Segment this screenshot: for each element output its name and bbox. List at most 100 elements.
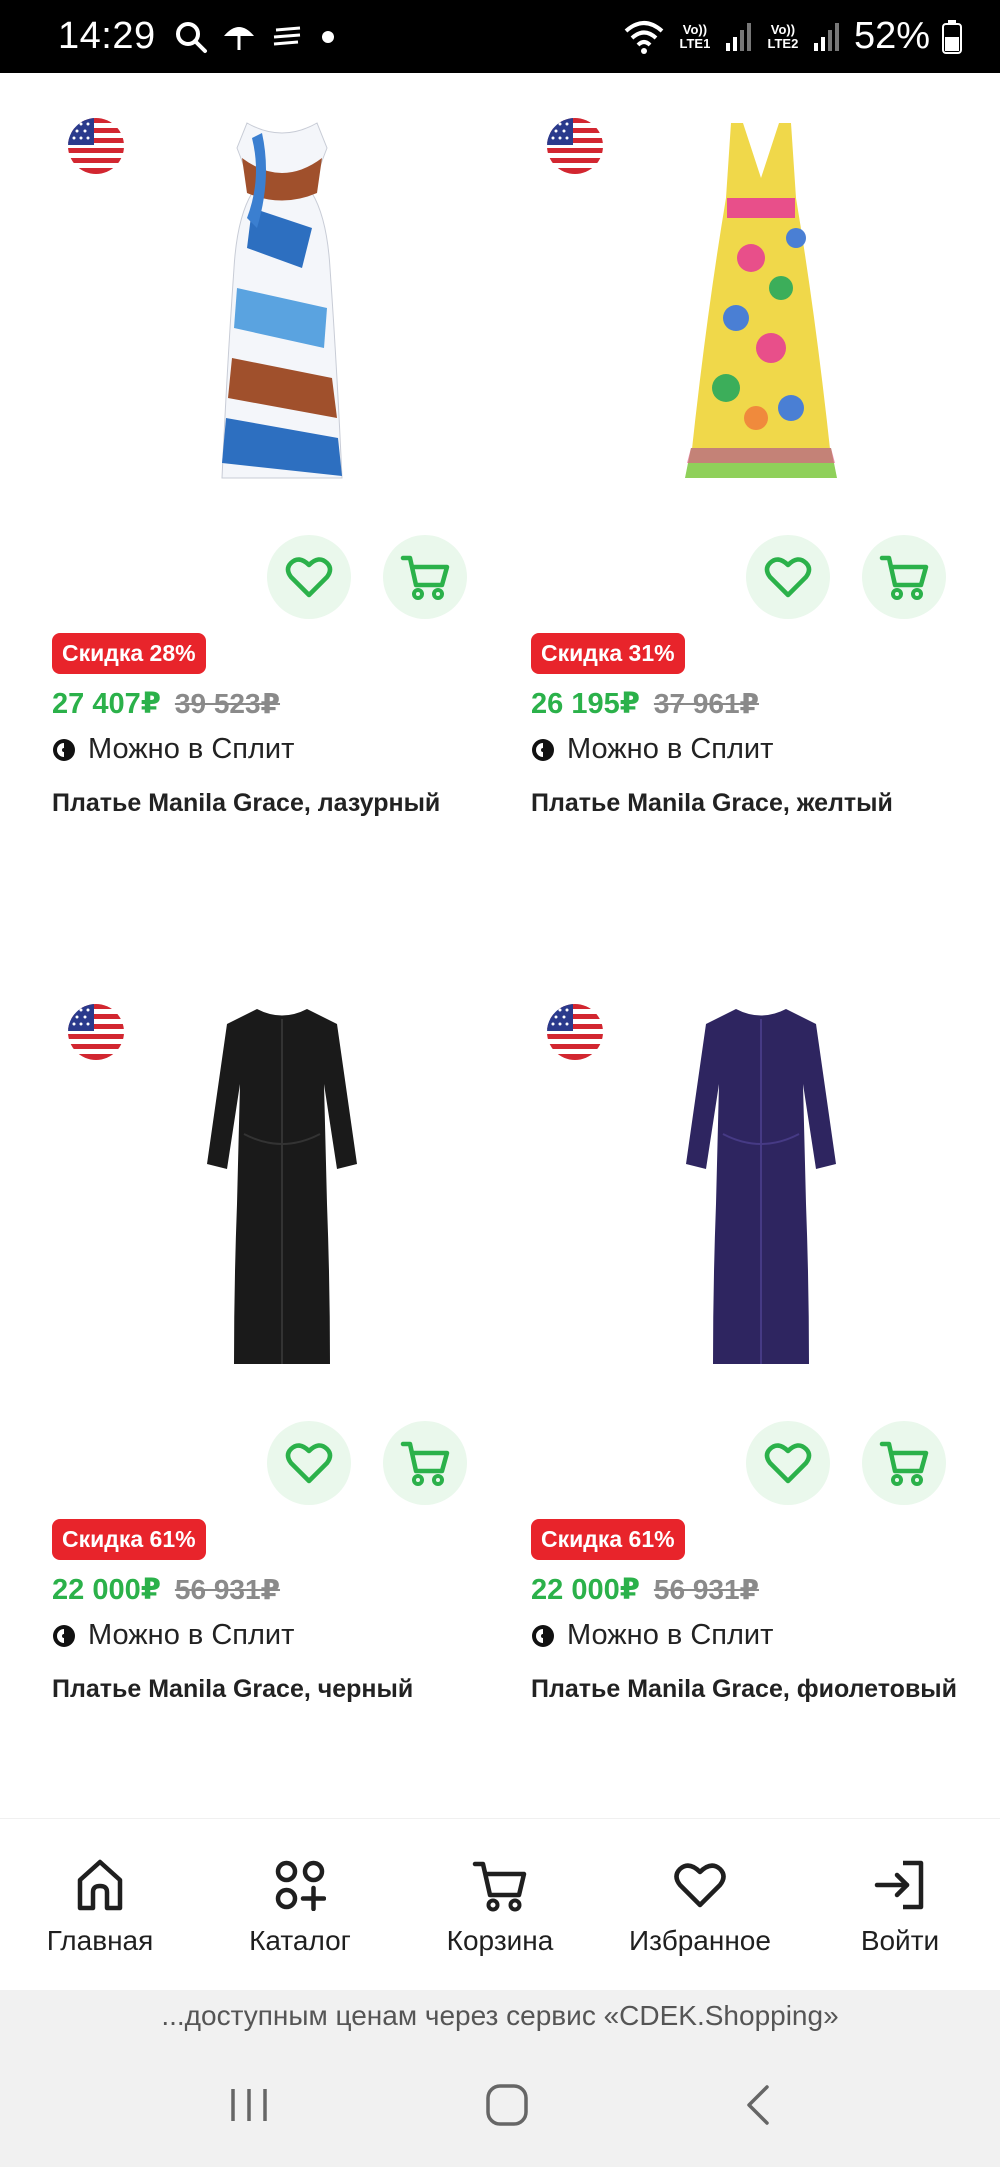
old-price: 56 931₽	[653, 1574, 760, 1605]
system-navigation-bar	[0, 2042, 1000, 2167]
nav-label-favorites: Избранное	[629, 1925, 771, 1956]
split-payment: Можно в Сплит	[52, 1619, 294, 1652]
card-actions	[746, 1421, 946, 1505]
nav-item-favorites[interactable]: Избранное	[600, 1819, 800, 1990]
nav-item-login[interactable]: Войти	[800, 1819, 1000, 1990]
split-icon	[532, 738, 554, 761]
heart-icon	[764, 1443, 812, 1484]
price-row: 22 000₽ 56 931₽	[531, 1572, 759, 1607]
lte2-label: Vo)) LTE2	[767, 21, 799, 51]
current-price: 22 000₽	[52, 1574, 161, 1606]
nav-item-home[interactable]: Главная	[0, 1819, 200, 1990]
promo-banner[interactable]: ...доступным ценам через сервис «CDEK.Sh…	[0, 1990, 1000, 2042]
current-price: 27 407₽	[52, 688, 161, 720]
card-actions	[746, 535, 946, 619]
cart-icon	[400, 1441, 450, 1486]
status-time: 14:29	[58, 15, 156, 57]
usa-flag-icon	[68, 118, 124, 174]
bottom-navigation: Главная Каталог Корзина Избранное Войти	[0, 1818, 1000, 1990]
dot-icon	[321, 30, 334, 43]
card-actions	[267, 1421, 467, 1505]
catalog-icon	[275, 1860, 326, 1911]
heart-icon	[285, 1443, 333, 1484]
product-title[interactable]: Платье Manila Grace, желтый	[531, 785, 971, 822]
old-price: 39 523₽	[174, 688, 281, 719]
add-to-cart-button[interactable]	[383, 1421, 467, 1505]
status-system-icons: Vo)) LTE1 Vo)) LTE2 52%	[622, 15, 962, 58]
product-image[interactable]	[531, 959, 971, 1379]
battery-percent: 52%	[853, 15, 930, 57]
split-payment: Можно в Сплит	[531, 1619, 773, 1652]
product-title[interactable]: Платье Manila Grace, черный	[52, 1671, 492, 1708]
login-icon	[874, 1860, 924, 1910]
add-to-cart-button[interactable]	[862, 1421, 946, 1505]
umbrella-icon	[223, 26, 254, 50]
discount-badge: Скидка 61%	[52, 1519, 206, 1560]
nav-label-catalog: Каталог	[249, 1925, 351, 1956]
nav-label-login: Войти	[860, 1925, 940, 1956]
discount-badge: Скидка 28%	[52, 633, 206, 674]
home-button-icon[interactable]	[485, 2083, 529, 2127]
split-label: Можно в Сплит	[88, 1619, 295, 1651]
discount-badge: Скидка 61%	[531, 1519, 685, 1560]
cart-icon	[400, 555, 450, 600]
current-price: 26 195₽	[531, 688, 640, 720]
cart-icon	[472, 1861, 527, 1912]
split-icon	[532, 1624, 554, 1647]
nav-label-home: Главная	[46, 1925, 154, 1956]
favorite-button[interactable]	[746, 1421, 830, 1505]
nav-label-cart: Корзина	[446, 1925, 554, 1956]
heart-icon	[285, 557, 333, 598]
add-to-cart-button[interactable]	[862, 535, 946, 619]
dress-image	[686, 1009, 836, 1364]
nav-item-cart[interactable]: Корзина	[400, 1819, 600, 1990]
nav-item-catalog[interactable]: Каталог	[200, 1819, 400, 1990]
recent-apps-icon[interactable]	[227, 2085, 271, 2125]
favorite-button[interactable]	[746, 535, 830, 619]
split-label: Можно в Сплит	[567, 733, 774, 765]
favorite-button[interactable]	[267, 1421, 351, 1505]
split-label: Можно в Сплит	[88, 733, 295, 765]
signal-icon	[813, 22, 839, 51]
status-bar: 14:29 Vo)) LTE1 Vo)) LTE2 52%	[0, 0, 1000, 73]
home-icon	[77, 1859, 123, 1911]
usa-flag-icon	[68, 1004, 124, 1060]
dress-image	[221, 122, 343, 479]
current-price: 22 000₽	[531, 1574, 640, 1606]
split-icon	[53, 738, 75, 761]
split-icon	[53, 1624, 75, 1647]
usa-flag-icon	[547, 1004, 603, 1060]
status-notification-icons	[174, 20, 338, 54]
usa-flag-icon	[547, 118, 603, 174]
dress-image	[207, 1009, 357, 1364]
cart-icon	[879, 1441, 929, 1486]
split-payment: Можно в Сплит	[52, 733, 294, 766]
cart-icon	[879, 555, 929, 600]
favorite-button[interactable]	[267, 535, 351, 619]
wifi-icon	[624, 20, 664, 54]
card-actions	[267, 535, 467, 619]
menu-lines-icon	[273, 26, 300, 45]
heart-icon	[764, 557, 812, 598]
product-title[interactable]: Платье Manila Grace, лазурный	[52, 785, 492, 822]
price-row: 26 195₽ 37 961₽	[531, 686, 759, 721]
product-grid: Скидка 28% 27 407₽ 39 523₽ Можно в Сплит…	[0, 73, 1000, 1818]
product-image[interactable]	[531, 73, 971, 493]
search-icon	[175, 21, 207, 53]
battery-icon	[942, 19, 962, 54]
product-image[interactable]	[52, 959, 492, 1379]
product-image[interactable]	[52, 73, 492, 493]
price-row: 22 000₽ 56 931₽	[52, 1572, 280, 1607]
discount-badge: Скидка 31%	[531, 633, 685, 674]
back-icon[interactable]	[743, 2083, 773, 2127]
signal-icon	[725, 22, 751, 51]
split-payment: Можно в Сплит	[531, 733, 773, 766]
heart-icon	[674, 1863, 726, 1908]
product-title[interactable]: Платье Manila Grace, фиолетовый	[531, 1671, 971, 1708]
add-to-cart-button[interactable]	[383, 535, 467, 619]
lte1-label: Vo)) LTE1	[679, 21, 711, 51]
split-label: Можно в Сплит	[567, 1619, 774, 1651]
banner-text: ...доступным ценам через сервис «CDEK.Sh…	[161, 2000, 839, 2031]
price-row: 27 407₽ 39 523₽	[52, 686, 280, 721]
dress-image	[685, 123, 837, 478]
